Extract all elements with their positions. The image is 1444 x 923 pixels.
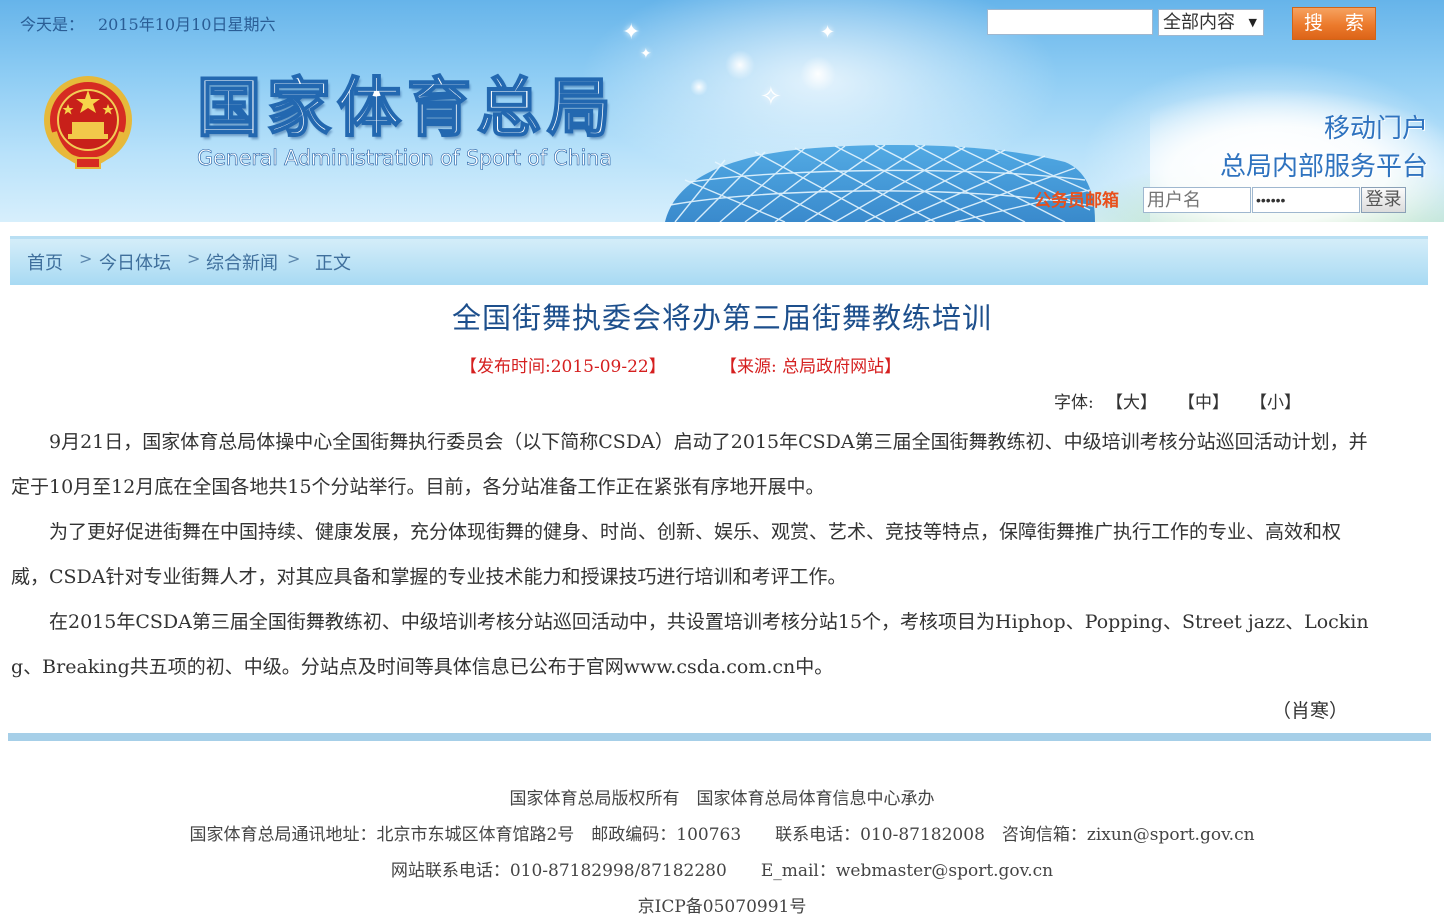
stadium-illustration [665,144,1095,222]
article-paragraph: 在2015年CSDA第三届全国街舞教练初、中级培训考核分站巡回活动中，共设置培训… [11,611,1369,678]
sparkle-icon: ✦ [640,46,652,62]
search-scope-select[interactable]: 全部内容 ▼ [1158,9,1264,36]
breadcrumb-separator: > [79,249,93,268]
sparkle-icon: ✧ [760,82,782,112]
breadcrumb: 首页 > 今日体坛 > 综合新闻 > 正文 [10,236,1428,285]
search-input[interactable] [987,9,1153,35]
article-body: 9月21日，国家体育总局体操中心全国街舞执行委员会（以下简称CSDA）启动了20… [11,420,1371,690]
footer-address: 国家体育总局通讯地址：北京市东城区体育馆路2号 邮政编码：100763 联系电话… [189,825,1255,845]
dropdown-arrow-icon: ▼ [1248,16,1257,29]
article-paragraph: 9月21日，国家体育总局体操中心全国街舞执行委员会（以下简称CSDA）启动了20… [11,431,1368,498]
article-author: （肖寒） [1272,700,1349,722]
current-date: 2015年10月10日星期六 [98,15,276,34]
username-input[interactable] [1143,187,1251,213]
font-size-medium[interactable]: 【中】 [1178,388,1229,413]
font-size-large[interactable]: 【大】 [1106,388,1157,413]
footer-copyright: 国家体育总局版权所有 国家体育总局体育信息中心承办 [509,789,935,809]
civil-servant-mailbox-link[interactable]: 公务员邮箱 [1034,186,1119,211]
header-banner: ✦ ✧ ✦ ✦ 今天是： 2015年10月10日星期六 全部内容 ▼ 搜 索 国… [0,0,1444,222]
date-label: 今天是： [20,15,85,34]
mobile-portal-link[interactable]: 移动门户 [1324,108,1428,145]
article-title: 全国街舞执委会将办第三届街舞教练培训 [451,301,992,335]
content-divider [8,733,1431,741]
font-size-small[interactable]: 【小】 [1250,388,1301,413]
breadcrumb-home[interactable]: 首页 [27,249,63,275]
national-emblem-icon [44,76,132,169]
breadcrumb-separator: > [187,249,201,268]
search-button[interactable]: 搜 索 [1292,7,1376,40]
breadcrumb-separator: > [287,249,301,268]
light-bubble [690,78,708,96]
search-scope-value: 全部内容 [1163,12,1235,33]
breadcrumb-general-news[interactable]: 综合新闻 [206,249,278,275]
breadcrumb-today-sports[interactable]: 今日体坛 [99,249,171,275]
breadcrumb-current: 正文 [315,253,351,274]
font-size-label: 字体: [1054,393,1094,413]
publish-time: 【发布时间:2015-09-22】 [460,357,666,377]
light-bubble [725,50,755,80]
logo-title-cn: 国家体育总局 [196,71,617,147]
logo-title-en: General Administration of Sport of China [197,146,613,171]
password-input[interactable] [1252,187,1360,213]
login-button[interactable]: 登录 [1361,187,1406,213]
sparkle-icon: ✦ [622,20,641,45]
internal-platform-link[interactable]: 总局内部服务平台 [1220,146,1428,183]
article-source: 【来源: 总局政府网站】 [720,357,902,377]
footer-contact: 网站联系电话：010-87182998/87182280 E_mail：webm… [390,861,1054,881]
article-paragraph: 为了更好促进街舞在中国持续、健康发展，充分体现街舞的健身、时尚、创新、娱乐、观赏… [11,521,1342,588]
footer-icp: 京ICP备05070991号 [637,897,807,917]
sparkle-icon: ✦ [820,22,836,43]
light-bubble [800,56,836,92]
